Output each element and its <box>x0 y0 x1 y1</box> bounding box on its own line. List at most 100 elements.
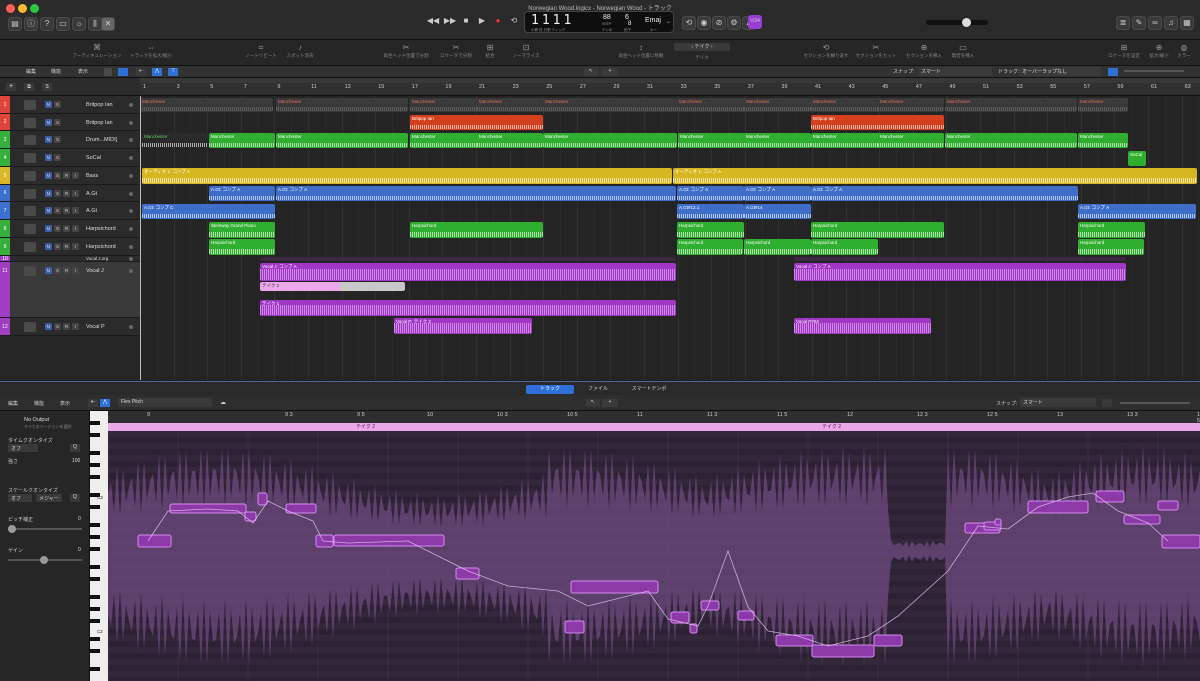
lcd-display[interactable]: 1111 小節 拍 分割 ティック 88 KEEP テンポ 6 8 拍子 Ema… <box>524 11 674 33</box>
region[interactable]: Britpop Ian <box>811 115 944 130</box>
replace-icon[interactable]: ⟲ <box>682 16 696 30</box>
region[interactable]: A.Gt: コンプ A <box>811 186 1078 201</box>
list-editor-icon[interactable]: ≣ <box>1116 16 1130 30</box>
flex-mode-dropdown[interactable]: Flex Pitch <box>118 398 212 407</box>
pitch-row[interactable] <box>108 443 1200 449</box>
track-header[interactable]: 1 M S Britpop Ian <box>0 96 140 114</box>
solo-button[interactable]: S <box>54 323 61 330</box>
waveform-zoom-icon[interactable] <box>1108 68 1118 76</box>
pitch-row[interactable] <box>108 677 1200 681</box>
black-key[interactable] <box>90 577 100 581</box>
record-icon[interactable]: ● <box>491 15 505 29</box>
scale-quantize-off[interactable]: オフ <box>8 494 32 502</box>
track-header[interactable]: 12 M S R I Vocal P <box>0 318 140 336</box>
track-name[interactable]: A.Gt <box>86 208 97 214</box>
zoom-slider[interactable] <box>1124 70 1184 72</box>
pitch-blob[interactable] <box>570 580 659 594</box>
solo-button[interactable]: S <box>54 225 61 232</box>
region[interactable]: Harpsichord <box>1078 222 1145 238</box>
pitch-row[interactable] <box>108 437 1200 443</box>
solo-button[interactable]: S <box>54 207 61 214</box>
tuner-icon[interactable]: ◉ <box>697 16 711 30</box>
pitch-blob[interactable] <box>333 534 445 547</box>
black-key[interactable] <box>90 595 100 599</box>
region[interactable]: テイク 1 <box>260 300 676 316</box>
region[interactable]: Manchester <box>477 133 543 148</box>
region[interactable]: Harpsichord <box>811 222 944 238</box>
input-monitor-button[interactable]: I <box>72 172 79 179</box>
pitch-blob[interactable] <box>244 511 257 522</box>
region[interactable]: A.Gt: コンプ A <box>744 186 811 201</box>
pitch-blob[interactable] <box>1123 514 1161 525</box>
input-monitor-button[interactable]: I <box>72 189 79 197</box>
stop-icon[interactable]: ■ <box>459 15 473 29</box>
mute-button[interactable]: M <box>45 136 52 143</box>
black-key[interactable] <box>90 451 100 455</box>
pitch-blob[interactable] <box>873 634 903 647</box>
media-browser-icon[interactable]: ♫ <box>1164 16 1178 30</box>
snap-dropdown[interactable]: スマート <box>918 67 992 76</box>
record-enable-button[interactable]: R <box>63 189 70 197</box>
settings-icon[interactable]: ⚙ <box>727 16 741 30</box>
rewind-icon[interactable]: ◀◀ <box>426 15 440 29</box>
region[interactable]: Harpsichord <box>410 222 543 238</box>
normalize-button[interactable]: ⊡ ノーマライズ <box>500 42 552 59</box>
pitch-blob[interactable] <box>257 492 268 506</box>
input-monitor-button[interactable]: I <box>72 225 79 232</box>
piano-keyboard[interactable]: C3 C2 <box>90 411 108 681</box>
editor-ruler[interactable]: 9 9 3 9 5 10 10 3 10 5 11 11 3 11 5 12 12 3 12 5 13 1… <box>108 411 1200 424</box>
track-name[interactable]: SoCal <box>86 155 101 161</box>
region[interactable]: Manchester <box>744 133 811 148</box>
region[interactable]: Vocal P: テイク 2 <box>394 318 532 334</box>
editor-snap-dropdown[interactable]: スマート <box>1020 398 1096 407</box>
join-button[interactable]: ⊞ 結合 <box>480 42 500 59</box>
region[interactable]: Harpsichord <box>677 239 743 255</box>
mute-button[interactable]: M <box>45 323 52 330</box>
input-monitor-button[interactable]: I <box>72 323 79 330</box>
pitch-row[interactable] <box>108 431 1200 437</box>
solo-button[interactable]: S <box>54 267 61 274</box>
mute-button[interactable]: M <box>45 267 52 274</box>
editor-flex-icon[interactable]: ⋀ <box>100 399 110 407</box>
track-header[interactable]: 6 M S R I A.Gt <box>0 185 140 202</box>
solo-button[interactable]: S <box>54 118 61 126</box>
region[interactable]: Manchester <box>543 98 678 112</box>
region[interactable]: Manchester <box>945 133 1077 148</box>
black-key[interactable] <box>90 667 100 671</box>
black-key[interactable] <box>90 637 100 641</box>
insert-silence-button[interactable]: ▭ 無音を挿入 <box>946 42 980 59</box>
input-monitor-button[interactable]: I <box>72 267 79 274</box>
black-key[interactable] <box>90 649 100 653</box>
region[interactable]: Vocal J: コンプ A <box>794 263 1126 281</box>
pitch-row[interactable] <box>108 653 1200 659</box>
time-quantize-q-button[interactable]: Q <box>70 444 80 452</box>
scale-quantize-scale[interactable]: メジャー <box>36 494 62 502</box>
pitch-blob[interactable] <box>737 610 755 621</box>
editor-pointer-tool[interactable]: ↖ <box>586 399 600 407</box>
duplicate-track-icon[interactable]: ⧉ <box>24 83 34 91</box>
time-quantize-dropdown[interactable]: オフ <box>8 444 38 452</box>
pitch-correction-slider[interactable] <box>8 525 82 533</box>
color-button[interactable]: ◍ カラー <box>1172 42 1196 59</box>
tab-smart-tempo[interactable]: スマートテンポ <box>622 385 676 394</box>
region[interactable] <box>260 257 676 261</box>
region[interactable]: Harpsichord <box>744 239 811 255</box>
solo-button[interactable]: S <box>54 136 61 143</box>
region[interactable]: Manchester <box>878 98 944 112</box>
region[interactable]: オーディオ 1: コンプ A <box>673 168 1197 184</box>
track-name[interactable]: Britpop Ian <box>86 102 113 108</box>
mute-button[interactable]: M <box>45 101 52 108</box>
add-track-button[interactable]: + <box>6 83 16 91</box>
editors-icon[interactable]: ✕ <box>101 17 115 31</box>
pitch-blob[interactable] <box>775 634 814 647</box>
black-key[interactable] <box>90 535 100 539</box>
track-header[interactable]: 8 M S R I Harpsichord <box>0 220 140 238</box>
grid-view-icon[interactable] <box>118 68 128 76</box>
track-header[interactable]: 2 M S Britpop Ian <box>0 114 140 131</box>
mixer-icon[interactable]: ⫼ <box>88 17 102 31</box>
spot-erase-button[interactable]: ♪ スポット消去 <box>282 42 318 59</box>
region[interactable]: Harpsichord <box>1078 239 1144 255</box>
count-in-badge[interactable]: ½34 <box>748 15 762 29</box>
scale-quantize-q-button[interactable]: Q <box>70 494 80 502</box>
volume-slider[interactable] <box>926 18 988 27</box>
